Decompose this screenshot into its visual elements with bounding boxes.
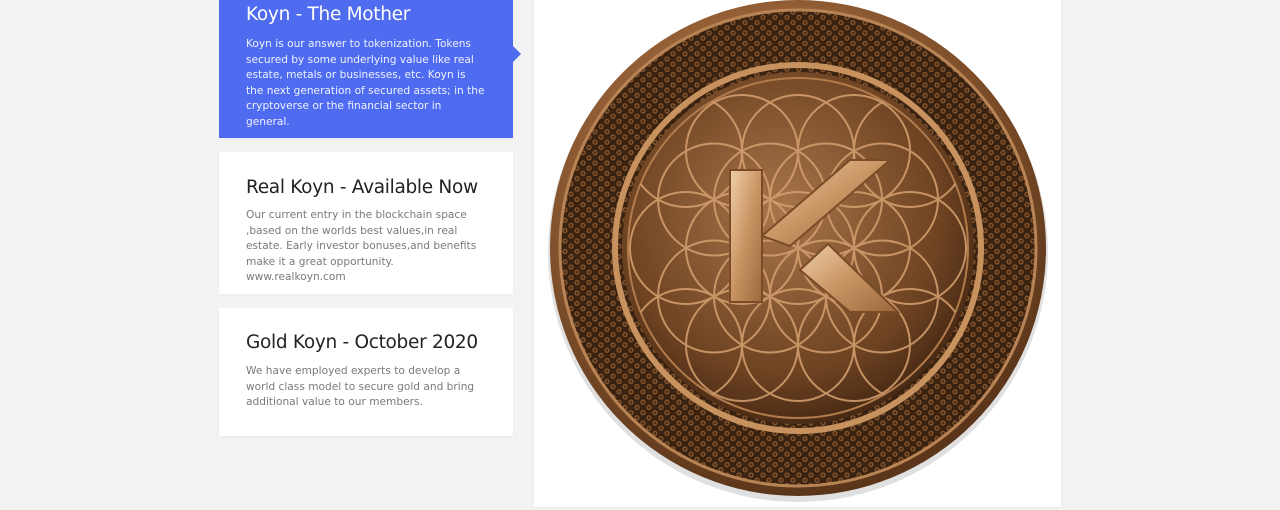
koyn-coin-icon xyxy=(548,0,1048,502)
tab-description: Our current entry in the blockchain spac… xyxy=(246,209,477,284)
tab-description: Koyn is our answer to tokenization. Toke… xyxy=(246,38,485,128)
tab-title: Real Koyn - Available Now xyxy=(246,177,478,198)
tab-koyn-the-mother[interactable]: Koyn - The Mother Koyn is our answer to … xyxy=(219,0,521,138)
image-panel xyxy=(534,0,1061,507)
tab-title: Koyn - The Mother xyxy=(246,4,411,25)
tab-description: We have employed experts to develop a wo… xyxy=(246,365,475,409)
tab-gold-koyn[interactable]: Gold Koyn - October 2020 We have employe… xyxy=(219,308,513,436)
tab-real-koyn[interactable]: Real Koyn - Available Now Our current en… xyxy=(219,152,513,294)
tab-title: Gold Koyn - October 2020 xyxy=(246,332,478,353)
